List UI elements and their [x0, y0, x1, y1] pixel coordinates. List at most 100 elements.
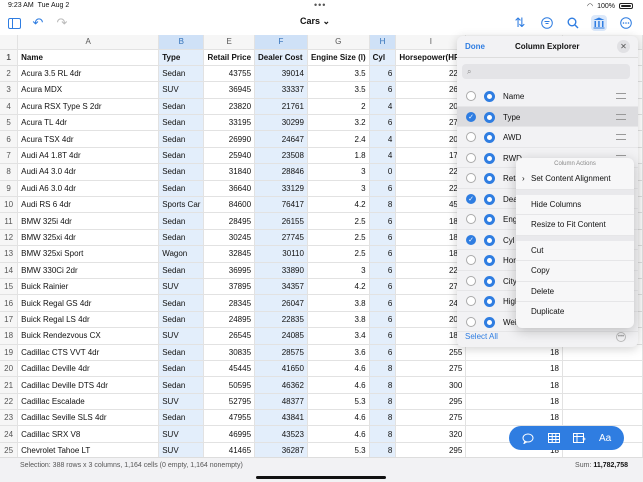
cell[interactable]: Sedan [158, 229, 205, 247]
checkbox-icon[interactable] [466, 214, 476, 224]
more-options-icon[interactable]: ••• [616, 332, 626, 342]
cell[interactable]: 6 [369, 344, 397, 361]
cell[interactable]: Sedan [158, 409, 205, 427]
corner-cell[interactable] [0, 35, 19, 50]
cell[interactable]: 450 [395, 196, 467, 214]
cell[interactable]: 265 [395, 81, 467, 99]
cell[interactable]: 76417 [254, 196, 308, 214]
row-number[interactable]: 16 [0, 294, 19, 312]
cell[interactable]: Chevrolet Tahoe LT [17, 442, 160, 457]
row-number[interactable]: 24 [0, 425, 19, 443]
column-header-i[interactable]: I [395, 35, 467, 50]
undo-icon[interactable]: ↶ [30, 15, 46, 31]
cell[interactable]: 41650 [254, 360, 308, 378]
cell[interactable]: Retail Price [203, 49, 256, 66]
cell[interactable]: 28575 [254, 344, 308, 361]
cell[interactable]: Acura RSX Type S 2dr [17, 98, 160, 116]
row-number[interactable]: 25 [0, 442, 19, 457]
cell[interactable]: 36945 [203, 81, 256, 99]
cell[interactable]: 4 [369, 147, 397, 165]
checkbox-icon[interactable] [466, 91, 476, 101]
cell[interactable]: 4 [369, 98, 397, 116]
cell[interactable]: Cadillac Deville DTS 4dr [17, 376, 160, 394]
cell[interactable]: Sedan [158, 130, 205, 148]
document-title[interactable]: Cars ⌄ [300, 16, 330, 27]
columns-icon[interactable] [591, 15, 607, 31]
cell[interactable]: 6 [369, 212, 397, 230]
checkbox-icon[interactable] [466, 316, 476, 327]
multitasking-dots-icon[interactable]: ••• [314, 0, 326, 10]
row-number[interactable]: 11 [0, 212, 19, 230]
cell[interactable]: Sedan [158, 360, 205, 378]
cell[interactable]: 3 [307, 163, 370, 181]
cell[interactable]: 184 [395, 245, 467, 263]
checkbox-icon[interactable]: ✓ [466, 234, 476, 245]
cell[interactable] [562, 393, 643, 411]
cell[interactable]: Buick Rainier [17, 278, 160, 296]
cell[interactable]: 21761 [254, 98, 308, 116]
row-number[interactable]: 8 [0, 163, 19, 181]
cell[interactable]: BMW 325xi Sport [17, 245, 160, 263]
cell[interactable]: 3.8 [307, 311, 370, 329]
cell[interactable]: 5.3 [307, 442, 370, 457]
cell[interactable]: 4.6 [307, 409, 370, 427]
cell[interactable]: 6 [369, 311, 397, 329]
cell[interactable]: 184 [395, 212, 467, 230]
menu-item-cut[interactable]: Cut [516, 241, 634, 261]
cell[interactable]: 295 [395, 442, 467, 457]
cell[interactable]: Acura TL 4dr [17, 114, 160, 132]
comment-icon[interactable] [518, 430, 538, 446]
cell[interactable]: 23508 [254, 147, 308, 165]
visibility-eye-icon[interactable] [484, 255, 495, 266]
cell[interactable]: BMW 325xi 4dr [17, 229, 160, 247]
cell[interactable]: 45445 [203, 360, 256, 378]
column-header-f[interactable]: F [254, 35, 308, 50]
cell[interactable]: Acura MDX [17, 81, 160, 99]
cell[interactable]: 170 [395, 147, 467, 165]
column-list-item[interactable]: AWD [457, 127, 638, 148]
cell[interactable]: Sedan [158, 180, 205, 198]
cell[interactable]: 1.8 [307, 147, 370, 165]
cell[interactable]: 4.6 [307, 425, 370, 443]
cell[interactable]: 8 [369, 393, 397, 411]
cell[interactable]: Cadillac Seville SLS 4dr [17, 409, 160, 427]
cell[interactable]: 50595 [203, 376, 256, 394]
drag-handle-icon[interactable] [616, 134, 626, 140]
cell[interactable]: 24895 [203, 311, 256, 329]
row-number[interactable]: 2 [0, 65, 19, 83]
redo-icon[interactable]: ↷ [54, 15, 70, 31]
cell[interactable]: Sports Car [158, 196, 205, 214]
row-number[interactable]: 18 [0, 327, 19, 345]
column-header-a[interactable]: A [17, 35, 160, 50]
cell[interactable]: 8 [369, 442, 397, 457]
visibility-eye-icon[interactable] [484, 296, 495, 307]
row-number[interactable]: 23 [0, 409, 19, 427]
menu-item-duplicate[interactable]: Duplicate [516, 302, 634, 323]
cell[interactable]: Sedan [158, 163, 205, 181]
cell[interactable]: 5.3 [307, 393, 370, 411]
cell[interactable]: Type [158, 49, 205, 66]
cell[interactable]: 8 [369, 360, 397, 378]
filter-icon[interactable] [539, 15, 555, 31]
cell[interactable]: SUV [158, 278, 205, 296]
column-list-item[interactable]: Name [457, 86, 638, 107]
cell[interactable]: Sedan [158, 98, 205, 116]
cell[interactable]: 184 [395, 229, 467, 247]
cell[interactable]: 18 [465, 376, 563, 394]
cell[interactable]: 320 [395, 425, 467, 443]
cell[interactable]: 6 [369, 262, 397, 279]
table-icon[interactable] [544, 430, 564, 446]
row-number[interactable]: 6 [0, 130, 19, 148]
cell[interactable]: 28345 [203, 294, 256, 312]
cell[interactable]: 33337 [254, 81, 308, 99]
more-icon[interactable] [618, 15, 634, 31]
cell[interactable]: Sedan [158, 65, 205, 83]
cell[interactable]: Acura TSX 4dr [17, 130, 160, 148]
column-header-e[interactable]: E [203, 35, 256, 50]
sidebar-icon[interactable] [6, 15, 22, 31]
cell[interactable]: 4.6 [307, 360, 370, 378]
cell[interactable]: 18 [465, 393, 563, 411]
cell[interactable]: 185 [395, 327, 467, 345]
cell[interactable]: 3 [307, 262, 370, 279]
cell[interactable]: 240 [395, 294, 467, 312]
